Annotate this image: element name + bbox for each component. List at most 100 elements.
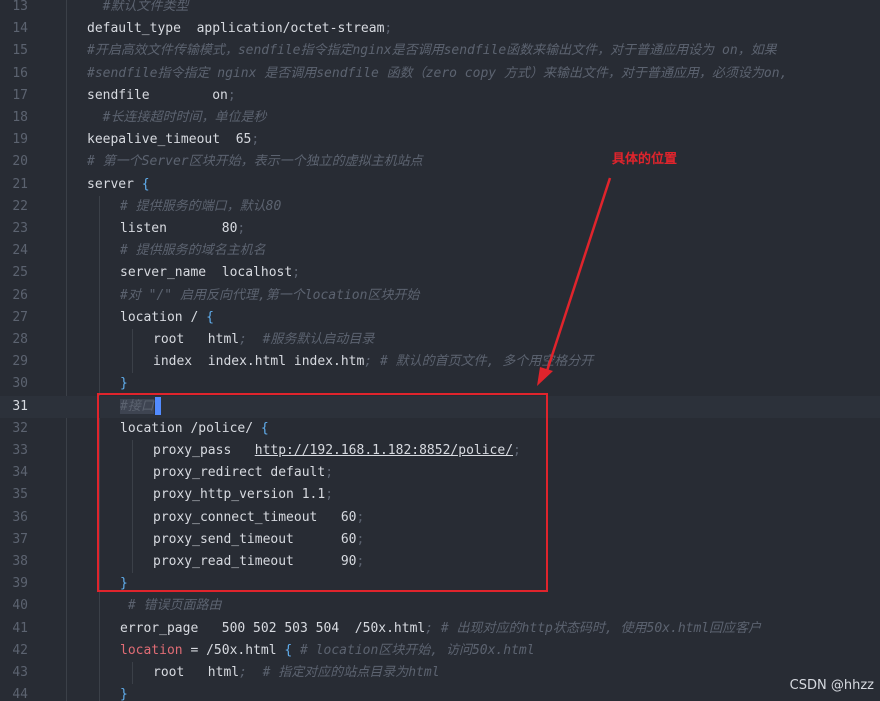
code-token: server xyxy=(87,176,142,192)
code-line[interactable]: 22 # 提供服务的端口，默认80 xyxy=(0,196,880,218)
line-number: 29 xyxy=(12,354,28,370)
code-line[interactable]: 21 server { xyxy=(0,174,880,196)
code-line[interactable]: 15 #开启高效文件传输模式，sendfile指令指定nginx是否调用sendf… xyxy=(0,40,880,62)
code-line[interactable]: 14 default_type application/octet-stream; xyxy=(0,18,880,40)
line-number: 19 xyxy=(12,132,28,148)
watermark: CSDN @hhzz xyxy=(789,678,874,693)
line-code: root html; #服务默认启动目录 xyxy=(153,329,880,351)
code-token: server_name localhost xyxy=(120,265,293,281)
code-token: ; # 出现对应的http状态码时, 使用50x.html回应客户 xyxy=(425,620,762,636)
code-line[interactable]: 20 # 第一个Server区块开始，表示一个独立的虚拟主机站点 xyxy=(0,151,880,173)
line-code: location / { xyxy=(120,307,880,329)
line-code: #默认文件类型 xyxy=(87,0,880,18)
line-code: #对 "/" 启用反向代理,第一个location区块开始 xyxy=(120,285,880,307)
line-code: # 第一个Server区块开始，表示一个独立的虚拟主机站点 xyxy=(87,151,880,173)
code-token: error_page 500 502 503 504 /50x.html xyxy=(120,620,426,636)
line-number: 20 xyxy=(12,154,28,170)
line-code: listen 80; xyxy=(120,218,880,240)
code-token: # 提供服务的域名主机名 xyxy=(120,243,266,259)
code-token: # 提供服务的端口，默认80 xyxy=(120,198,282,214)
code-line[interactable]: 13 #默认文件类型 xyxy=(0,0,880,18)
code-line[interactable]: 26 #对 "/" 启用反向代理,第一个location区块开始 xyxy=(0,285,880,307)
line-number: 17 xyxy=(12,87,28,103)
line-number: 40 xyxy=(12,598,28,614)
code-token: sendfile on xyxy=(87,87,228,103)
code-line[interactable]: 19 keepalive_timeout 65; xyxy=(0,129,880,151)
line-code: keepalive_timeout 65; xyxy=(87,129,880,151)
line-number: 41 xyxy=(12,620,28,636)
code-token: = /50x.html xyxy=(182,642,285,658)
line-number: 13 xyxy=(12,0,28,14)
line-number: 32 xyxy=(12,420,28,436)
line-number: 26 xyxy=(12,287,28,303)
line-code: # 提供服务的域名主机名 xyxy=(120,240,880,262)
code-line[interactable]: 27 location / { xyxy=(0,307,880,329)
code-line[interactable]: 16 #sendfile指令指定 nginx 是否调用sendfile 函数（ze… xyxy=(0,63,880,85)
line-number: 16 xyxy=(12,65,28,81)
code-line[interactable]: 23 listen 80; xyxy=(0,218,880,240)
line-number: 14 xyxy=(12,21,28,37)
line-number: 44 xyxy=(12,687,28,701)
line-number: 15 xyxy=(12,43,28,59)
line-code: root html; # 指定对应的站点目录为html xyxy=(153,662,880,684)
line-number: 24 xyxy=(12,243,28,259)
line-number: 35 xyxy=(12,487,28,503)
code-token: #sendfile指令指定 nginx 是否调用sendfile 函数（zero… xyxy=(87,65,788,81)
line-number: 31 xyxy=(12,398,28,414)
code-line[interactable]: 17 sendfile on; xyxy=(0,85,880,107)
code-token: ; # 指定对应的站点目录为html xyxy=(239,665,440,680)
code-line[interactable]: 40 # 错误页面路由 xyxy=(0,595,880,617)
line-number: 30 xyxy=(12,376,28,392)
code-token: location / xyxy=(120,309,207,325)
code-token: { xyxy=(141,176,150,192)
code-line[interactable]: 28 root html; #服务默认启动目录 xyxy=(0,329,880,351)
line-number: 43 xyxy=(12,665,28,680)
code-token: location xyxy=(120,642,183,658)
code-token: keepalive_timeout 65 xyxy=(87,132,252,148)
line-code: # 错误页面路由 xyxy=(120,595,880,617)
code-token: #对 "/" 启用反向代理,第一个location区块开始 xyxy=(120,287,420,303)
code-token: root html xyxy=(153,332,240,347)
line-number: 22 xyxy=(12,198,28,214)
code-line[interactable]: 43 root html; # 指定对应的站点目录为html xyxy=(0,662,880,684)
code-line[interactable]: 18 #长连接超时时间，单位是秒 xyxy=(0,107,880,129)
line-code: sendfile on; xyxy=(87,85,880,107)
code-token: # location区块开始, 访问50x.html xyxy=(292,642,535,658)
line-number: 21 xyxy=(12,176,28,192)
code-token: # 第一个Server区块开始，表示一个独立的虚拟主机站点 xyxy=(87,154,423,170)
line-number: 33 xyxy=(12,443,28,458)
line-number: 37 xyxy=(12,531,28,547)
code-line[interactable]: 44} xyxy=(0,684,880,701)
line-code: error_page 500 502 503 504 /50x.html; # … xyxy=(120,618,880,640)
code-line[interactable]: 41 error_page 500 502 503 504 /50x.html; … xyxy=(0,618,880,640)
code-token: { xyxy=(206,309,214,325)
line-code: # 提供服务的端口，默认80 xyxy=(120,196,880,218)
line-code: location = /50x.html { # location区块开始, 访… xyxy=(120,640,880,662)
line-code: server { xyxy=(87,174,880,196)
annotation-label: 具体的位置 xyxy=(612,152,678,167)
code-token: ; #服务默认启动目录 xyxy=(239,332,375,347)
code-token: default_type application/octet-stream xyxy=(87,21,385,37)
code-token: index index.html index.htm xyxy=(153,354,365,370)
line-number: 42 xyxy=(12,642,28,658)
code-token: root html xyxy=(153,665,240,680)
code-token: listen 80 xyxy=(120,221,238,236)
code-token: #默认文件类型 xyxy=(87,0,189,14)
line-code: index index.html index.htm; # 默认的首页文件, 多… xyxy=(153,351,880,373)
code-token: #开启高效文件传输模式，sendfile指令指定nginx是否调用sendfil… xyxy=(87,43,777,59)
highlight-box xyxy=(97,393,548,592)
line-number: 36 xyxy=(12,509,28,525)
code-token: ; xyxy=(237,221,246,236)
code-token: } xyxy=(120,687,128,701)
code-token: ; xyxy=(292,265,301,281)
code-token: } xyxy=(120,376,128,392)
code-editor[interactable]: 13 #默认文件类型 14 default_type application/oct… xyxy=(0,0,880,701)
code-line[interactable]: 25 server_name localhost; xyxy=(0,262,880,284)
line-code: server_name localhost; xyxy=(120,262,880,284)
code-line[interactable]: 29 index index.html index.htm; # 默认的首页文件,… xyxy=(0,351,880,373)
line-number: 28 xyxy=(12,332,28,347)
code-line[interactable]: 42 location = /50x.html { # location区块开始,… xyxy=(0,640,880,662)
line-number: 27 xyxy=(12,309,28,325)
code-line[interactable]: 24 # 提供服务的域名主机名 xyxy=(0,240,880,262)
code-token: ; xyxy=(251,132,260,148)
